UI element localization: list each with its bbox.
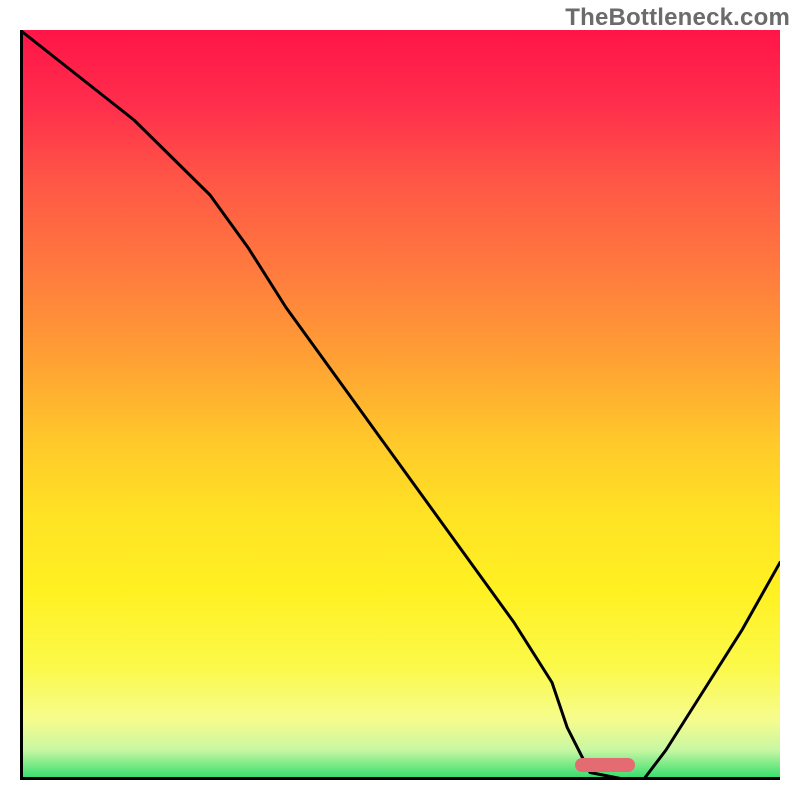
chart-container: TheBottleneck.com xyxy=(0,0,800,800)
plot-area xyxy=(20,30,780,780)
optimal-marker xyxy=(575,758,635,772)
watermark-text: TheBottleneck.com xyxy=(565,4,790,32)
bottleneck-curve xyxy=(20,30,780,780)
